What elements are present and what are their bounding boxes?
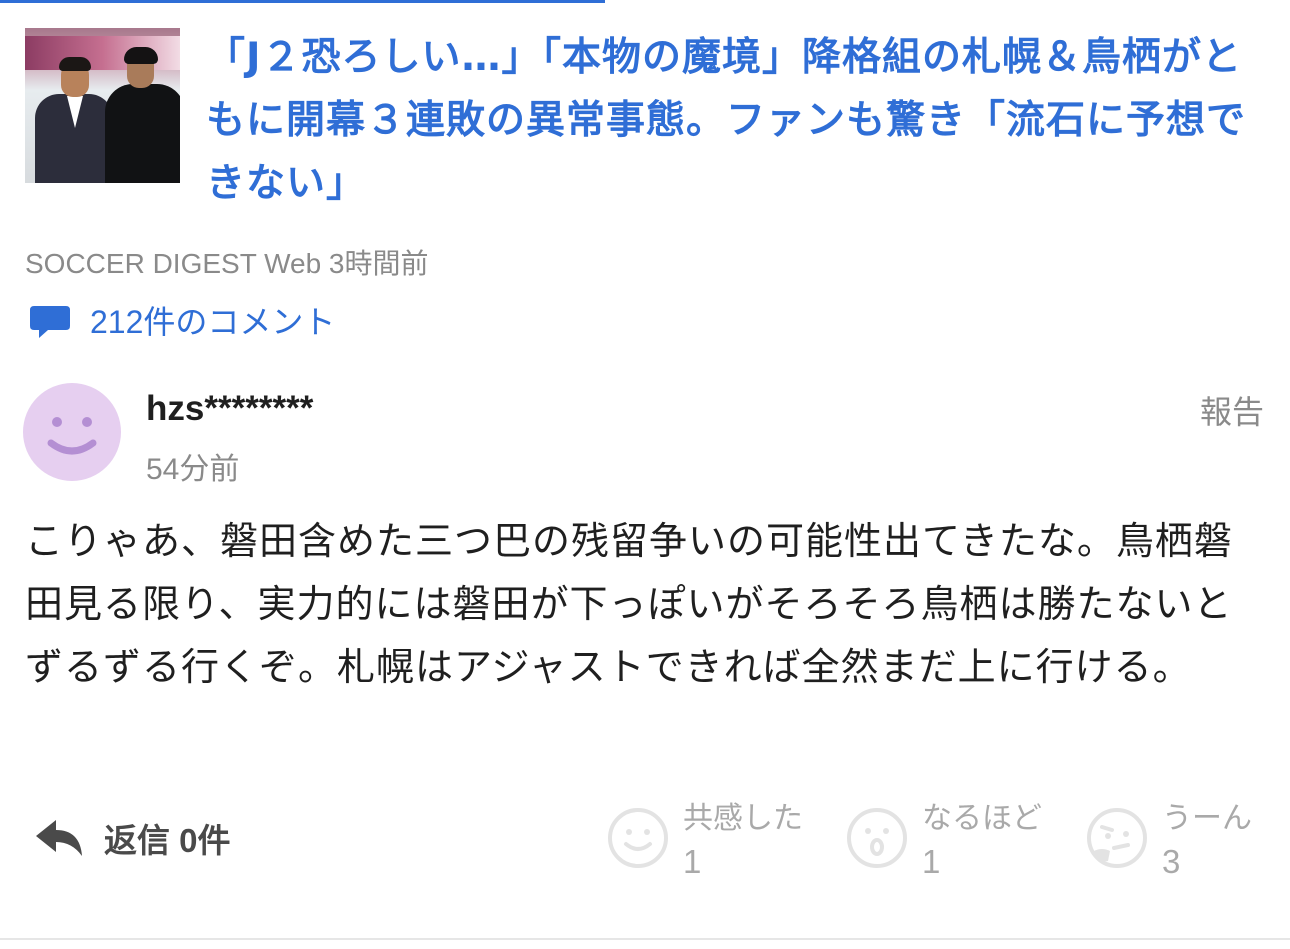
thumbnail-person-right — [105, 84, 180, 183]
article-title[interactable]: 「J２恐ろしい…」「本物の魔境」降格組の札幌＆鳥栖がともに開幕３連敗の異常事態。… — [206, 26, 1270, 215]
reaction-count: 1 — [922, 843, 941, 880]
divider — [0, 938, 1290, 940]
reply-arrow-icon — [36, 820, 82, 856]
comment-timestamp: 54分前 — [146, 453, 240, 486]
user-avatar[interactable] — [23, 383, 121, 481]
comments-count-link[interactable]: 212件のコメント — [28, 298, 335, 342]
smiley-avatar-icon — [47, 417, 97, 455]
reaction-label: なるほど — [922, 801, 1042, 836]
reply-label: 返信 0件 — [104, 822, 231, 859]
comment-username[interactable]: hzs******** — [146, 389, 313, 429]
reading-progress-bar — [0, 0, 605, 3]
speech-bubble-icon — [28, 298, 72, 342]
surprised-face-icon — [847, 808, 907, 868]
article-card[interactable]: 「J２恐ろしい…」「本物の魔境」降格組の札幌＆鳥栖がともに開幕３連敗の異常事態。… — [25, 28, 1270, 218]
article-thumbnail[interactable] — [25, 28, 180, 183]
reaction-label: うーん — [1162, 801, 1252, 836]
article-meta: SOCCER DIGEST Web 3時間前 — [25, 248, 429, 279]
reaction-count: 1 — [683, 843, 702, 880]
reaction-label: 共感した — [683, 801, 803, 836]
reply-button[interactable]: 返信 0件 — [34, 812, 231, 864]
reaction-count: 3 — [1162, 843, 1181, 880]
thinking-face-icon — [1087, 808, 1147, 868]
comments-count-label: 212件のコメント — [90, 304, 336, 340]
comment-body: こりゃあ、磐田含めた三つ巴の残留争いの可能性出てきたな。鳥栖磐田見る限り、実力的… — [25, 519, 1233, 689]
report-button[interactable]: 報告 — [1200, 387, 1264, 433]
smile-face-icon — [608, 808, 668, 868]
